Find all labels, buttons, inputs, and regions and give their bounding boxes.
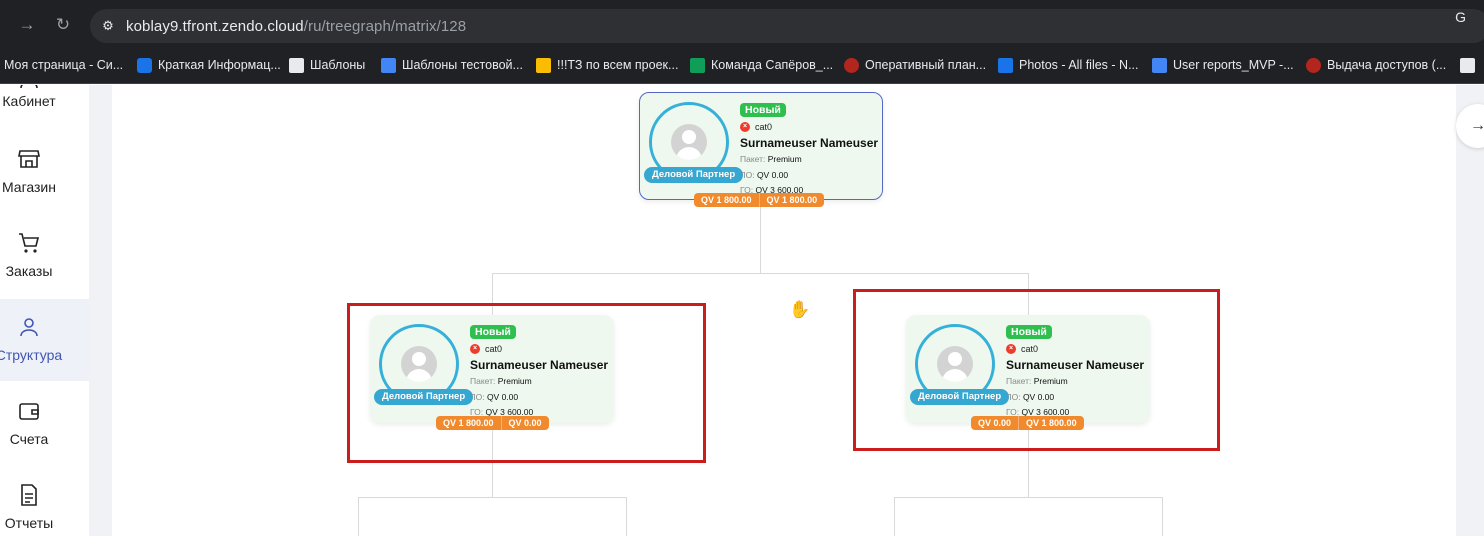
sidebar-item-label: Заказы [5, 263, 53, 279]
member-name: Surnameuser Nameuser [740, 136, 879, 150]
yandex-icon [381, 57, 396, 73]
tree-connector [894, 497, 1163, 498]
right-gutter [1456, 85, 1484, 536]
bookmark-item[interactable]: Выдача доступов (... [1306, 48, 1446, 82]
url-host: koblay9.tfront.zendo.cloud [126, 18, 304, 35]
category-label: cat0 [755, 122, 773, 132]
sidebar-item-label: Структура [0, 347, 63, 363]
bookmark-label: Краткая Информац... [158, 58, 281, 72]
bookmark-label: Photos - All files - N... [1019, 58, 1139, 72]
lo-value: QV 0.00 [756, 170, 789, 180]
grab-hand-icon: ✋ [789, 300, 811, 319]
reload-icon[interactable]: ↻ [52, 14, 74, 36]
url-text[interactable]: koblay9.tfront.zendo.cloud/ru/treegraph/… [126, 18, 466, 35]
arrow-right-icon: → [1470, 117, 1484, 134]
tune-icon[interactable]: ⚙ [98, 16, 118, 36]
bookmark-item[interactable]: Краткая Информац... [137, 48, 281, 82]
users-icon [20, 318, 38, 337]
tree-connector [626, 497, 627, 536]
bookmark-label: Шаблоны [310, 58, 366, 72]
profile-glyph[interactable]: G [1455, 9, 1466, 25]
tree-connector [894, 497, 895, 536]
bookmark-label: Шаблоны тестовой... [402, 58, 523, 72]
app-page: Кабинет Магазин Заказы Структура Счета О… [0, 85, 1484, 536]
bookmark-overflow-icon[interactable] [1460, 48, 1475, 82]
address-bar[interactable]: ⚙ koblay9.tfront.zendo.cloud/ru/treegrap… [90, 9, 1484, 43]
bookmark-item[interactable]: Оперативный план... [844, 48, 986, 82]
plan-icon [844, 57, 859, 73]
bookmark-item[interactable]: !!!ТЗ по всем проек... [536, 48, 678, 82]
sidebar-item-accounts[interactable]: Счета [0, 383, 89, 465]
access-icon [1306, 57, 1321, 73]
bookmark-item[interactable]: Шаблоны тестовой... [381, 48, 523, 82]
bookmark-item[interactable]: Моя страница - Си... [4, 48, 123, 82]
bookmark-label: Моя страница - Си... [4, 58, 124, 72]
highlight-box-right [853, 289, 1220, 451]
lo-label: ЛО: [740, 170, 755, 180]
close-circle-icon: × [740, 122, 750, 132]
sidebar-item-shop[interactable]: Магазин [0, 117, 89, 199]
docs-icon [1152, 57, 1167, 73]
bookmark-item[interactable]: Photos - All files - N... [998, 48, 1138, 82]
bookmark-label: !!!ТЗ по всем проек... [557, 58, 679, 72]
sidebar-item-label: Магазин [1, 179, 56, 195]
drive-icon [137, 57, 152, 73]
lo-row: ЛО: QV 0.00 [740, 170, 788, 180]
sheets-icon [690, 57, 705, 73]
sidebar-item-orders[interactable]: Заказы [0, 201, 89, 283]
package-value: Premium [767, 154, 802, 164]
status-badge: Новый [740, 103, 786, 117]
bookmark-label: Команда Сапёров_... [711, 58, 834, 72]
bookmark-label: Выдача доступов (... [1327, 58, 1447, 72]
sidebar: Кабинет Магазин Заказы Структура Счета О… [0, 85, 89, 536]
tree-connector [358, 497, 627, 498]
package-row: Пакет: Premium [740, 154, 802, 164]
bookmark-item[interactable]: Шаблоны [289, 48, 365, 82]
drive-icon [536, 57, 551, 73]
sidebar-item-cabinet[interactable]: Кабинет [0, 85, 89, 115]
qv-right-value: QV 1 800.00 [758, 193, 825, 207]
sidebar-item-reports[interactable]: Отчеты [0, 467, 89, 536]
tree-connector [760, 198, 761, 273]
bookmark-item[interactable]: Команда Сапёров_... [690, 48, 833, 82]
role-badge: Деловой Партнер [644, 167, 744, 183]
cart-icon [19, 233, 40, 253]
sidebar-item-structure[interactable]: Структура [0, 299, 89, 381]
user-icon [20, 85, 38, 89]
forward-icon[interactable]: → [16, 14, 38, 36]
package-label: Пакет: [740, 154, 766, 164]
category-row: × cat0 [740, 122, 772, 132]
bookmark-label: Оперативный план... [865, 58, 987, 72]
sidebar-item-label: Счета [9, 431, 49, 447]
document-icon [21, 484, 37, 506]
qv-bar-root: QV 1 800.00 QV 1 800.00 [694, 193, 825, 207]
folder-icon [998, 57, 1013, 73]
sidebar-item-label: Кабинет [2, 93, 56, 109]
bookmark-item[interactable]: User reports_MVP -... [1152, 48, 1294, 82]
avatar-placeholder-icon [671, 124, 707, 160]
sidebar-item-label: Отчеты [4, 515, 54, 531]
store-icon [18, 150, 40, 168]
qv-left-value: QV 1 800.00 [694, 193, 759, 207]
wallet-icon [19, 403, 39, 420]
tree-connector [1162, 497, 1163, 536]
puzzle-icon [1460, 57, 1475, 73]
browser-toolbar: → ↻ ⚙ koblay9.tfront.zendo.cloud/ru/tree… [0, 0, 1484, 48]
url-path: /ru/treegraph/matrix/128 [303, 18, 467, 35]
highlight-box-left [347, 303, 706, 463]
tree-connector [358, 497, 359, 536]
member-card-root[interactable]: Деловой Партнер Новый × cat0 Surnameuser … [639, 92, 883, 200]
tree-connector [492, 273, 1029, 274]
bookmark-label: User reports_MVP -... [1173, 58, 1294, 72]
bookmarks-bar: Моя страница - Си... Краткая Информац...… [0, 48, 1484, 84]
notion-icon [289, 57, 304, 73]
